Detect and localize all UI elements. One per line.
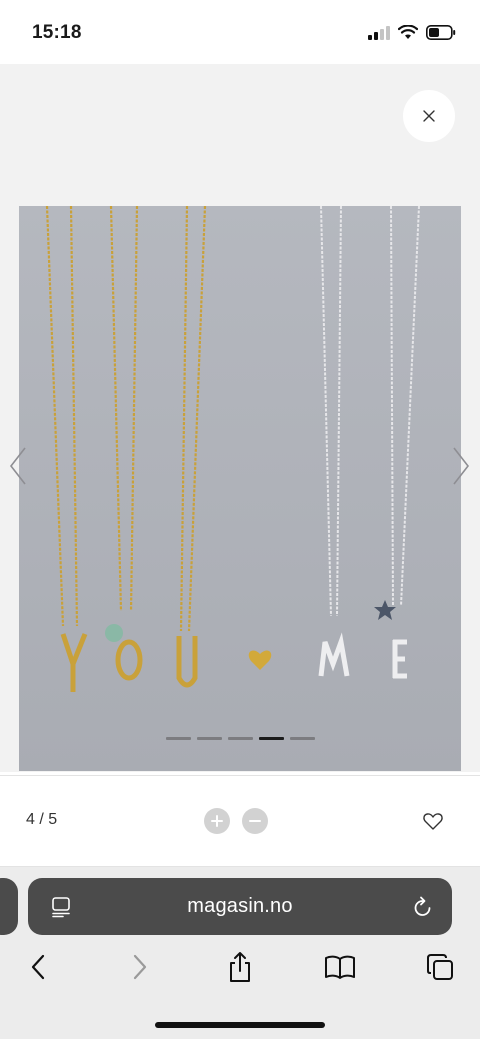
- browser-toolbar: [0, 949, 480, 989]
- slide-dot[interactable]: [197, 737, 222, 740]
- tabs-button[interactable]: [422, 949, 458, 985]
- battery-icon: [426, 25, 456, 40]
- zoom-out-button[interactable]: [242, 808, 268, 834]
- minus-icon: [249, 820, 261, 822]
- viewer-controls: 4 / 5: [0, 776, 480, 866]
- previous-image-button[interactable]: [6, 444, 30, 488]
- tabs-icon: [427, 954, 453, 980]
- forward-icon: [133, 954, 147, 980]
- reader-icon[interactable]: [50, 896, 72, 918]
- share-icon: [230, 952, 250, 982]
- chevron-left-icon: [9, 447, 26, 485]
- reload-icon[interactable]: [412, 895, 434, 919]
- back-icon: [31, 954, 45, 980]
- url-text: magasin.no: [187, 895, 293, 917]
- necklaces-photo: [19, 206, 461, 771]
- status-bar: 15:18: [0, 0, 480, 64]
- next-image-button[interactable]: [449, 444, 473, 488]
- zoom-in-button[interactable]: [204, 808, 230, 834]
- home-indicator: [155, 1022, 325, 1028]
- slide-dot[interactable]: [166, 737, 191, 740]
- close-icon: [423, 110, 435, 122]
- back-button[interactable]: [20, 949, 56, 985]
- bookmarks-icon: [325, 955, 355, 979]
- slide-dot-active[interactable]: [259, 737, 284, 740]
- image-viewer: [0, 64, 480, 772]
- plus-icon: [211, 815, 223, 827]
- slide-indicator: [166, 737, 315, 740]
- status-time: 15:18: [32, 22, 82, 43]
- signal-icon: [368, 25, 390, 40]
- chevron-right-icon: [453, 447, 470, 485]
- wifi-icon: [398, 25, 418, 39]
- image-counter: 4 / 5: [26, 811, 58, 828]
- forward-button[interactable]: [122, 949, 158, 985]
- bookmarks-button[interactable]: [322, 949, 358, 985]
- close-button[interactable]: [403, 90, 455, 142]
- heart-icon: [423, 813, 443, 830]
- previous-tab-peek[interactable]: [0, 878, 18, 935]
- slide-dot[interactable]: [290, 737, 315, 740]
- product-image[interactable]: [19, 206, 461, 771]
- slide-dot[interactable]: [228, 737, 253, 740]
- address-bar[interactable]: magasin.no: [28, 878, 452, 935]
- favorite-button[interactable]: [422, 810, 444, 832]
- status-icons: [368, 25, 456, 40]
- browser-chrome: magasin.no: [0, 867, 480, 1039]
- share-button[interactable]: [222, 949, 258, 985]
